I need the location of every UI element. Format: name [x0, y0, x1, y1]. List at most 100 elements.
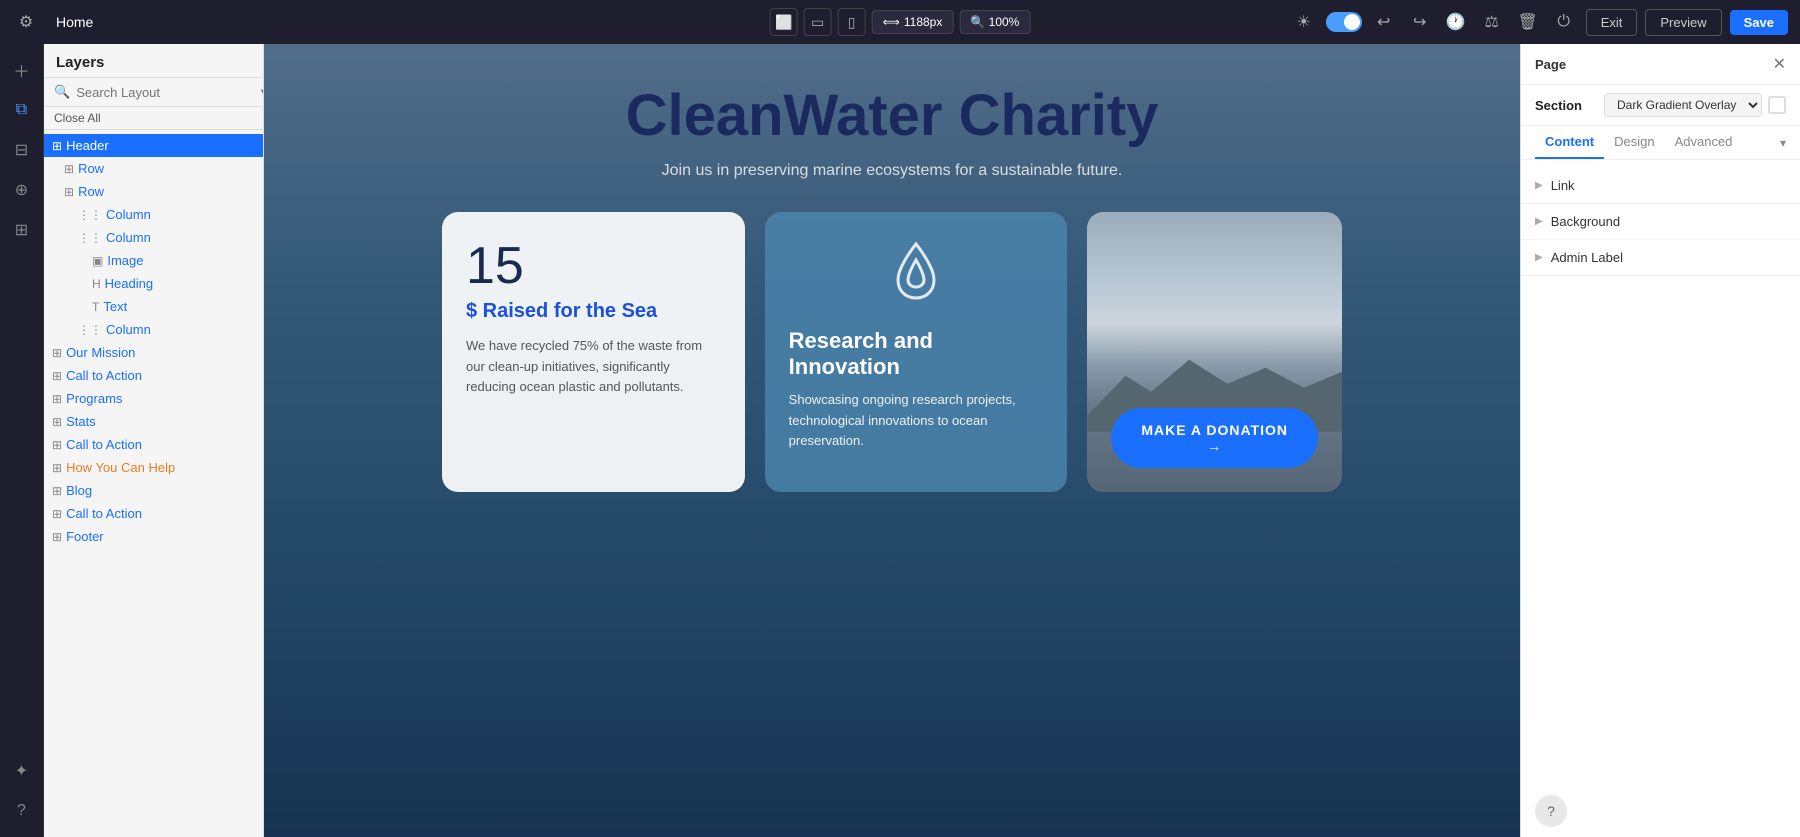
link-label: Link — [1551, 178, 1575, 193]
layer-item-stats[interactable]: ⊞ Stats — [44, 410, 263, 433]
layer-label-blog: Blog — [66, 483, 92, 498]
layer-label-text: Text — [103, 299, 127, 314]
hero-title: CleanWater Charity — [442, 84, 1342, 148]
layer-label-heading: Heading — [105, 276, 153, 291]
background-arrow: ▶ — [1535, 216, 1543, 227]
layers-icon[interactable]: ⧉ — [4, 92, 40, 128]
layer-icon-our-mission: ⊞ — [52, 346, 62, 360]
card-blue-title: Research and Innovation — [789, 328, 1044, 380]
help-circle-icon[interactable]: ? — [1535, 795, 1567, 827]
close-all-button[interactable]: Close All — [44, 107, 263, 130]
layer-item-our-mission[interactable]: ⊞Our Mission — [44, 341, 263, 364]
layer-item-how-you-help[interactable]: ⊞How You Can Help — [44, 456, 263, 479]
redo-icon[interactable]: ↪ — [1406, 8, 1434, 36]
layer-icon-cta1: ⊞ — [52, 369, 62, 383]
layer-label-header: Header — [66, 138, 109, 153]
layer-icon-cta3: ⊞ — [52, 507, 62, 521]
modules-icon[interactable]: ⊞ — [4, 212, 40, 248]
layer-label-row1: Row — [78, 161, 104, 176]
layer-item-cta1[interactable]: ⊞ Call to Action — [44, 364, 263, 387]
add-icon[interactable]: ＋ — [4, 52, 40, 88]
exit-button[interactable]: Exit — [1586, 9, 1638, 36]
donate-button[interactable]: MAKE A DONATION → — [1111, 408, 1318, 468]
save-button[interactable]: Save — [1730, 10, 1788, 35]
layer-item-cta3[interactable]: ⊞Call to Action — [44, 502, 263, 525]
tab-design[interactable]: Design — [1604, 126, 1664, 159]
admin-label-section-row[interactable]: ▶ Admin Label — [1521, 240, 1800, 276]
media-icon[interactable]: ⊕ — [4, 172, 40, 208]
layer-icon-heading: H — [92, 277, 101, 291]
layer-label-image: Image — [107, 253, 143, 268]
adjustments-icon[interactable]: ⚖ — [1478, 8, 1506, 36]
tab-advanced[interactable]: Advanced — [1665, 126, 1743, 159]
layer-label-footer: Footer — [66, 529, 104, 544]
layer-icon-footer: ⊞ — [52, 530, 62, 544]
droplet-icon — [789, 240, 1044, 314]
px-display: ⟺ 1188px — [872, 10, 954, 34]
desktop-device-btn[interactable]: ⬜ — [770, 8, 798, 36]
hero-section: CleanWater Charity Join us in preserving… — [264, 44, 1520, 837]
layer-label-col1: Column — [106, 207, 151, 222]
card-blue-text: Showcasing ongoing research projects, te… — [789, 390, 1044, 452]
layer-item-image[interactable]: ▣Image — [44, 249, 263, 272]
tools-icon[interactable]: ✦ — [4, 753, 40, 789]
search-layout-input[interactable] — [76, 85, 252, 100]
layer-item-programs[interactable]: ⊞ Programs — [44, 387, 263, 410]
card-raised-label: $ Raised for the Sea — [466, 298, 721, 324]
close-panel-button[interactable]: ✕ — [1773, 54, 1786, 74]
layer-label-cta1: Call to Action — [66, 368, 142, 383]
layer-icon-how-you-help: ⊞ — [52, 461, 62, 475]
layer-item-col2[interactable]: ⋮⋮Column — [44, 226, 263, 249]
panel-body: ▶ Link ▶ Background ▶ Admin Label — [1521, 160, 1800, 785]
layer-icon-row1: ⊞ — [64, 162, 74, 176]
layer-label-col3: Column — [106, 322, 151, 337]
background-section-row[interactable]: ▶ Background — [1521, 204, 1800, 240]
layer-item-cta2[interactable]: ⊞Call to Action — [44, 433, 263, 456]
card-text: We have recycled 75% of the waste from o… — [466, 336, 721, 398]
sun-icon[interactable]: ☀ — [1290, 8, 1318, 36]
settings-icon[interactable]: ⚙ — [12, 8, 40, 36]
layer-item-row1[interactable]: ⊞ Row — [44, 157, 263, 180]
layer-icon-col2: ⋮⋮ — [78, 231, 102, 245]
tab-content[interactable]: Content — [1535, 126, 1604, 159]
canvas-area: CleanWater Charity Join us in preserving… — [264, 44, 1520, 837]
page-title: Home — [56, 14, 93, 30]
layer-item-header[interactable]: ⊞ Header — [44, 134, 263, 157]
help-icon[interactable]: ? — [4, 793, 40, 829]
right-panel-header: Page ✕ — [1521, 44, 1800, 85]
layer-item-col1[interactable]: ⋮⋮Column — [44, 203, 263, 226]
layer-icon-header: ⊞ — [52, 139, 62, 153]
undo-icon[interactable]: ↩ — [1370, 8, 1398, 36]
theme-toggle[interactable] — [1326, 12, 1362, 32]
donate-btn-wrap: MAKE A DONATION → — [1111, 408, 1318, 468]
layer-item-row2[interactable]: ⊞Row — [44, 180, 263, 203]
layer-item-heading[interactable]: H Heading — [44, 272, 263, 295]
layer-item-blog[interactable]: ⊞Blog — [44, 479, 263, 502]
cards-row: 15 $ Raised for the Sea We have recycled… — [442, 212, 1342, 492]
layer-item-col3[interactable]: ⋮⋮ Column — [44, 318, 263, 341]
trash-icon[interactable]: 🗑 — [1514, 8, 1542, 36]
pages-icon[interactable]: ⊟ — [4, 132, 40, 168]
canvas-content: CleanWater Charity Join us in preserving… — [264, 44, 1520, 837]
panel-tab-more[interactable]: ▾ — [1780, 126, 1786, 159]
layer-label-stats: Stats — [66, 414, 96, 429]
layer-item-footer[interactable]: ⊞ Footer — [44, 525, 263, 548]
layer-item-text[interactable]: T Text — [44, 295, 263, 318]
layer-icon-col3: ⋮⋮ — [78, 323, 102, 337]
link-section-row[interactable]: ▶ Link — [1521, 168, 1800, 204]
power-icon[interactable]: ⏻ — [1550, 8, 1578, 36]
section-dropdown[interactable]: Dark Gradient Overlay — [1604, 93, 1762, 117]
icon-bar: ＋ ⧉ ⊟ ⊕ ⊞ ✦ ? — [0, 44, 44, 837]
section-row: Section Dark Gradient Overlay — [1521, 85, 1800, 126]
history-icon[interactable]: 🕐 — [1442, 8, 1470, 36]
layer-icon-programs: ⊞ — [52, 392, 62, 406]
layer-icon-stats: ⊞ — [52, 415, 62, 429]
mobile-device-btn[interactable]: ▯ — [838, 8, 866, 36]
topbar: ⚙ Home ⬜ ▭ ▯ ⟺ 1188px 🔍 100% ☀ ↩ ↪ 🕐 ⚖ 🗑… — [0, 0, 1800, 44]
preview-button[interactable]: Preview — [1645, 9, 1721, 36]
section-checkbox[interactable] — [1768, 96, 1786, 114]
layer-label-programs: Programs — [66, 391, 122, 406]
layer-icon-text: T — [92, 300, 99, 314]
tablet-device-btn[interactable]: ▭ — [804, 8, 832, 36]
zoom-display: 🔍 100% — [959, 10, 1030, 34]
